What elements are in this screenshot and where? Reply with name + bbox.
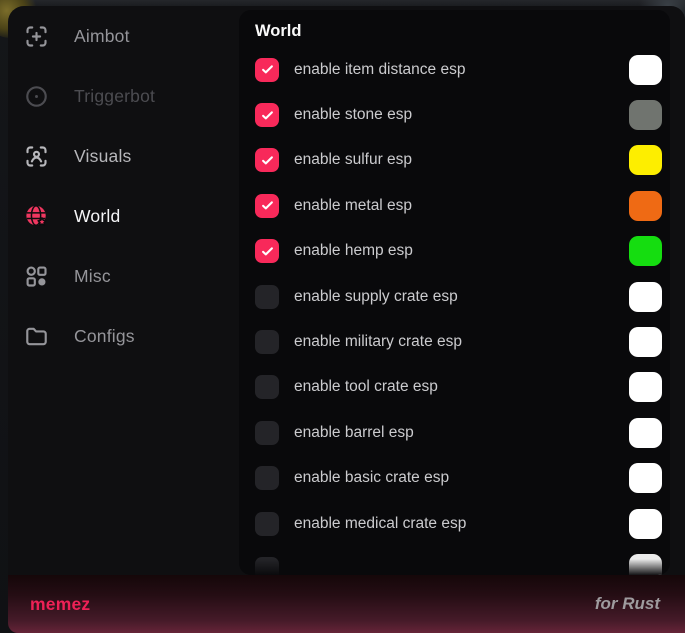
sidebar-item-triggerbot[interactable]: Triggerbot <box>8 66 234 126</box>
esp-option-row-enable-item-distance-esp: enable item distance esp <box>255 47 662 92</box>
world-settings-panel: World enable item distance esp <box>239 10 670 575</box>
esp-checkbox[interactable] <box>255 375 279 399</box>
esp-option-label: enable hemp esp <box>294 242 413 260</box>
esp-color-swatch[interactable] <box>629 191 662 221</box>
esp-checkbox[interactable] <box>255 466 279 490</box>
esp-checkbox[interactable] <box>255 421 279 445</box>
esp-color-swatch[interactable] <box>629 372 662 402</box>
triggerbot-circle-icon <box>23 83 50 110</box>
esp-color-swatch[interactable] <box>629 236 662 266</box>
esp-option-row-enable-basic-crate-esp: enable basic crate esp <box>255 456 662 501</box>
esp-color-swatch[interactable] <box>629 145 662 175</box>
visuals-scan-person-icon <box>23 143 50 170</box>
esp-checkbox[interactable] <box>255 512 279 536</box>
esp-option-label: enable military crate esp <box>294 333 462 351</box>
esp-option-label: enable medical crate esp <box>294 515 466 533</box>
esp-option-label: enable stone esp <box>294 106 412 124</box>
esp-checkbox[interactable] <box>255 194 279 218</box>
esp-checkbox[interactable] <box>255 557 279 575</box>
esp-color-swatch[interactable] <box>629 100 662 130</box>
sidebar-item-label: World <box>74 206 120 227</box>
esp-checkbox[interactable] <box>255 148 279 172</box>
misc-grid-icon <box>23 263 50 290</box>
esp-option-label: enable sulfur esp <box>294 151 412 169</box>
esp-options-list: enable item distance esp enable stone es… <box>255 47 662 575</box>
configs-folder-icon <box>23 323 50 350</box>
brand-suffix: for Rust <box>595 594 660 614</box>
checkmark-icon <box>260 62 275 77</box>
esp-color-swatch[interactable] <box>629 282 662 312</box>
esp-option-row-enable-military-crate-esp: enable military crate esp <box>255 319 662 364</box>
esp-option-row-enable-metal-esp: enable metal esp <box>255 183 662 228</box>
esp-color-swatch[interactable] <box>629 463 662 493</box>
esp-option-label: enable barrel esp <box>294 424 414 442</box>
footer-bar: memez for Rust <box>8 575 685 633</box>
checkmark-icon <box>260 244 275 259</box>
esp-option-row-enable-sulfur-esp: enable sulfur esp <box>255 138 662 183</box>
esp-checkbox[interactable] <box>255 103 279 127</box>
esp-color-swatch[interactable] <box>629 327 662 357</box>
esp-color-swatch[interactable] <box>629 418 662 448</box>
sidebar-item-label: Triggerbot <box>74 86 155 107</box>
sidebar-item-label: Visuals <box>74 146 132 167</box>
esp-option-row-enable-barrel-esp: enable barrel esp <box>255 410 662 455</box>
checkmark-icon <box>260 198 275 213</box>
cheat-menu-window: Aimbot Triggerbot Visuals World <box>8 6 685 633</box>
esp-option-row-enable-medical-crate-esp: enable medical crate esp <box>255 501 662 546</box>
world-globe-icon <box>23 203 50 230</box>
esp-option-label: enable metal esp <box>294 197 412 215</box>
sidebar-item-world[interactable]: World <box>8 186 234 246</box>
esp-option-row-enable-stone-esp: enable stone esp <box>255 92 662 137</box>
esp-checkbox[interactable] <box>255 58 279 82</box>
esp-checkbox[interactable] <box>255 330 279 354</box>
esp-checkbox[interactable] <box>255 285 279 309</box>
sidebar-item-aimbot[interactable]: Aimbot <box>8 6 234 66</box>
esp-option-row-enable-tool-crate-esp: enable tool crate esp <box>255 365 662 410</box>
sidebar: Aimbot Triggerbot Visuals World <box>8 6 234 366</box>
esp-option-label: enable tool crate esp <box>294 378 438 396</box>
screen: Aimbot Triggerbot Visuals World <box>0 0 685 633</box>
checkmark-icon <box>260 153 275 168</box>
esp-color-swatch[interactable] <box>629 55 662 85</box>
panel-title: World <box>255 22 301 41</box>
esp-color-swatch[interactable] <box>629 554 662 575</box>
esp-color-swatch[interactable] <box>629 509 662 539</box>
esp-option-label: enable basic crate esp <box>294 469 449 487</box>
sidebar-item-visuals[interactable]: Visuals <box>8 126 234 186</box>
esp-option-row-enable-supply-crate-esp: enable supply crate esp <box>255 274 662 319</box>
esp-option-label: enable supply crate esp <box>294 288 458 306</box>
sidebar-item-label: Configs <box>74 326 135 347</box>
sidebar-item-label: Aimbot <box>74 26 130 47</box>
sidebar-item-misc[interactable]: Misc <box>8 246 234 306</box>
esp-checkbox[interactable] <box>255 239 279 263</box>
brand-name: memez <box>30 594 90 615</box>
esp-option-label: enable item distance esp <box>294 61 465 79</box>
checkmark-icon <box>260 108 275 123</box>
esp-option-row-enable-hemp-esp: enable hemp esp <box>255 229 662 274</box>
esp-option-row <box>255 546 662 575</box>
sidebar-item-configs[interactable]: Configs <box>8 306 234 366</box>
sidebar-item-label: Misc <box>74 266 111 287</box>
aimbot-crosshair-icon <box>23 23 50 50</box>
